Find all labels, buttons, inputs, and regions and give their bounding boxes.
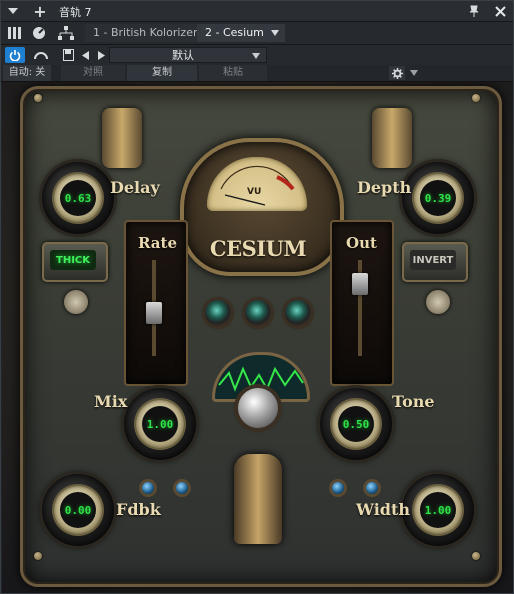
prev-preset-icon[interactable] <box>79 48 91 62</box>
rate-slider-thumb[interactable] <box>146 301 162 324</box>
preset-name: 默认 <box>172 49 194 62</box>
paste-button[interactable]: 粘贴 <box>199 65 267 81</box>
chevron-down-icon <box>252 53 260 59</box>
out-label: Out <box>346 234 377 252</box>
power-button[interactable] <box>5 47 25 63</box>
fdbk-knob[interactable]: 0.00 <box>42 474 114 546</box>
tab-dropdown-icon[interactable] <box>271 30 279 36</box>
width-value: 1.00 <box>420 492 456 528</box>
indicator-jewel <box>366 482 378 494</box>
microphone-ornament <box>234 454 282 544</box>
pin-icon[interactable] <box>467 4 481 18</box>
mix-value: 1.00 <box>142 406 178 442</box>
tone-label: Tone <box>392 392 435 411</box>
rate-label: Rate <box>138 234 178 252</box>
compare-bar: 自动: 关 对照 复制 粘贴 <box>1 65 513 82</box>
invert-button[interactable]: INVERT <box>402 242 468 282</box>
mix-knob[interactable]: 1.00 <box>124 388 196 460</box>
rack-view-icon[interactable] <box>7 26 23 40</box>
tab-cesium[interactable]: 2 - Cesium <box>197 24 285 42</box>
preset-bar: 默认 <box>1 45 513 65</box>
plugin-ui: VU CESIUM 0.63 Delay 0.39 Depth THICK IN… <box>2 82 513 593</box>
gear-icon[interactable] <box>389 66 405 80</box>
tone-knob[interactable]: 0.50 <box>320 388 392 460</box>
compare-button[interactable]: 对照 <box>61 65 125 81</box>
preset-save-icon[interactable] <box>61 48 75 62</box>
right-toggle-switch[interactable] <box>426 290 450 314</box>
preset-select[interactable]: 默认 <box>109 47 267 63</box>
plugin-tab-bar: 1 - British Kolorizer 2 - Cesium <box>1 22 513 45</box>
indicator-jewel <box>142 482 154 494</box>
fdbk-label: Fdbk <box>116 500 161 519</box>
routing-icon[interactable] <box>57 25 75 41</box>
delay-value: 0.63 <box>60 180 96 216</box>
small-knob-left[interactable] <box>205 300 231 326</box>
depth-value: 0.39 <box>420 180 456 216</box>
tone-value: 0.50 <box>338 406 374 442</box>
valve-right-decoration <box>372 108 412 168</box>
indicator-jewel <box>176 482 188 494</box>
left-toggle-switch[interactable] <box>64 290 88 314</box>
invert-label: INVERT <box>410 250 456 270</box>
brand-logo: CESIUM <box>209 236 307 261</box>
copy-button[interactable]: 复制 <box>127 65 197 81</box>
add-icon[interactable]: + <box>33 2 47 21</box>
meter-icon[interactable] <box>31 26 47 40</box>
tab-british-kolorizer[interactable]: 1 - British Kolorizer <box>85 24 206 42</box>
screw <box>34 552 42 560</box>
plugin-window: + 音轨 7 1 - British Kolorizer 2 - Cesium <box>0 0 514 594</box>
depth-label: Depth <box>357 178 412 197</box>
screw <box>472 94 480 102</box>
vu-label: VU <box>247 187 262 197</box>
width-label: Width <box>356 500 410 519</box>
depth-knob[interactable]: 0.39 <box>402 162 474 234</box>
screw <box>472 552 480 560</box>
delay-knob[interactable]: 0.63 <box>42 162 114 234</box>
window-title: 音轨 7 <box>59 6 92 19</box>
fdbk-value: 0.00 <box>60 492 96 528</box>
chevron-down-icon[interactable] <box>407 66 421 80</box>
small-knob-center[interactable] <box>245 300 271 326</box>
auto-off-button[interactable]: 自动: 关 <box>3 65 51 81</box>
valve-left-decoration <box>102 108 142 168</box>
close-icon[interactable] <box>493 4 507 18</box>
tab-cesium-label: 2 - Cesium <box>205 26 264 39</box>
next-preset-icon[interactable] <box>95 48 107 62</box>
screw <box>34 94 42 102</box>
thick-label: THICK <box>50 250 96 270</box>
chevron-down-icon[interactable] <box>7 4 19 18</box>
vu-needle <box>220 165 295 206</box>
indicator-jewel <box>332 482 344 494</box>
small-knob-right[interactable] <box>285 300 311 326</box>
delay-label: Delay <box>110 178 160 197</box>
width-knob[interactable]: 1.00 <box>402 474 474 546</box>
vu-meter: VU <box>207 157 307 211</box>
center-chrome-knob[interactable] <box>238 388 278 428</box>
title-bar: + 音轨 7 <box>1 1 513 22</box>
mix-label: Mix <box>94 392 128 411</box>
automation-icon[interactable] <box>31 47 51 63</box>
out-slider-thumb[interactable] <box>352 273 368 295</box>
thick-button[interactable]: THICK <box>42 242 108 282</box>
